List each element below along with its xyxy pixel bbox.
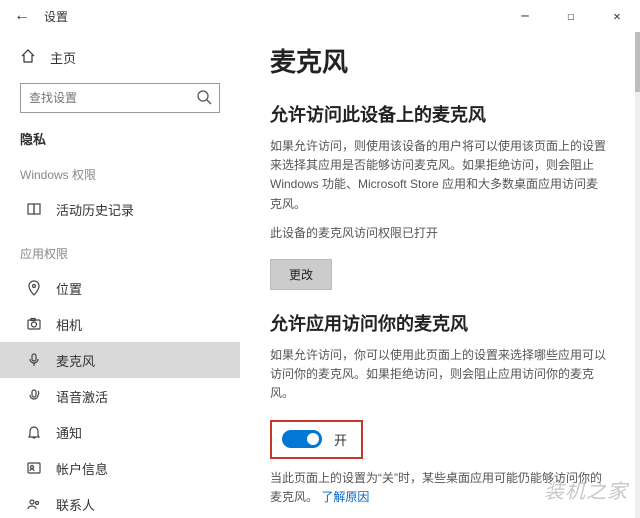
- section-app-permissions: 应用权限: [20, 245, 220, 262]
- voice-icon: [22, 388, 46, 404]
- nav-item-contacts[interactable]: 联系人: [20, 486, 220, 518]
- camera-icon: [22, 316, 46, 332]
- account-icon: [22, 460, 46, 476]
- window-title: 设置: [44, 8, 68, 25]
- nav-item-voice[interactable]: 语音激活: [20, 378, 220, 414]
- nav-item-bell[interactable]: 通知: [20, 414, 220, 450]
- toggle-label: 开: [334, 430, 347, 449]
- nav-item-label: 位置: [56, 279, 82, 298]
- nav-item-location[interactable]: 位置: [20, 270, 220, 306]
- section1-description: 如果允许访问，则使用该设备的用户将可以使用该页面上的设置来选择其应用是否能够访问…: [270, 137, 610, 214]
- history-icon: [22, 201, 46, 217]
- home-link[interactable]: 主页: [20, 40, 220, 75]
- nav-item-account[interactable]: 帐户信息: [20, 450, 220, 486]
- nav-item-label: 活动历史记录: [56, 200, 134, 219]
- maximize-button[interactable]: ☐: [548, 0, 594, 32]
- home-label: 主页: [50, 48, 76, 67]
- category-label: 隐私: [20, 129, 220, 148]
- location-icon: [22, 280, 46, 296]
- toggle-highlight: 开: [270, 420, 363, 459]
- search-input[interactable]: [20, 83, 220, 113]
- section1-status: 此设备的麦克风访问权限已打开: [270, 224, 610, 243]
- section2-heading: 允许应用访问你的麦克风: [270, 310, 610, 336]
- mic-access-toggle[interactable]: [282, 430, 322, 448]
- nav-item-label: 帐户信息: [56, 459, 108, 478]
- minimize-button[interactable]: ─: [502, 0, 548, 32]
- nav-item-label: 麦克风: [56, 351, 95, 370]
- section-windows-permissions: Windows 权限: [20, 166, 220, 183]
- home-icon: [20, 48, 36, 67]
- change-button[interactable]: 更改: [270, 259, 332, 290]
- learn-why-link[interactable]: 了解原因: [321, 490, 369, 504]
- nav-item-label: 相机: [56, 315, 82, 334]
- back-icon[interactable]: ←: [14, 7, 30, 25]
- nav-item-camera[interactable]: 相机: [20, 306, 220, 342]
- nav-item-history[interactable]: 活动历史记录: [20, 191, 220, 227]
- nav-item-mic[interactable]: 麦克风: [0, 342, 240, 378]
- mic-icon: [22, 352, 46, 368]
- nav-item-label: 联系人: [56, 495, 95, 514]
- scrollbar[interactable]: [635, 32, 640, 518]
- section2-note: 当此页面上的设置为“关”时，某些桌面应用可能仍能够访问你的麦克风。 了解原因: [270, 469, 610, 507]
- section2-description: 如果允许访问，你可以使用此页面上的设置来选择哪些应用可以访问你的麦克风。如果拒绝…: [270, 346, 610, 404]
- page-title: 麦克风: [270, 42, 610, 79]
- close-button[interactable]: ✕: [594, 0, 640, 32]
- nav-item-label: 语音激活: [56, 387, 108, 406]
- contacts-icon: [22, 496, 46, 512]
- nav-item-label: 通知: [56, 423, 82, 442]
- section1-heading: 允许访问此设备上的麦克风: [270, 101, 610, 127]
- bell-icon: [22, 424, 46, 440]
